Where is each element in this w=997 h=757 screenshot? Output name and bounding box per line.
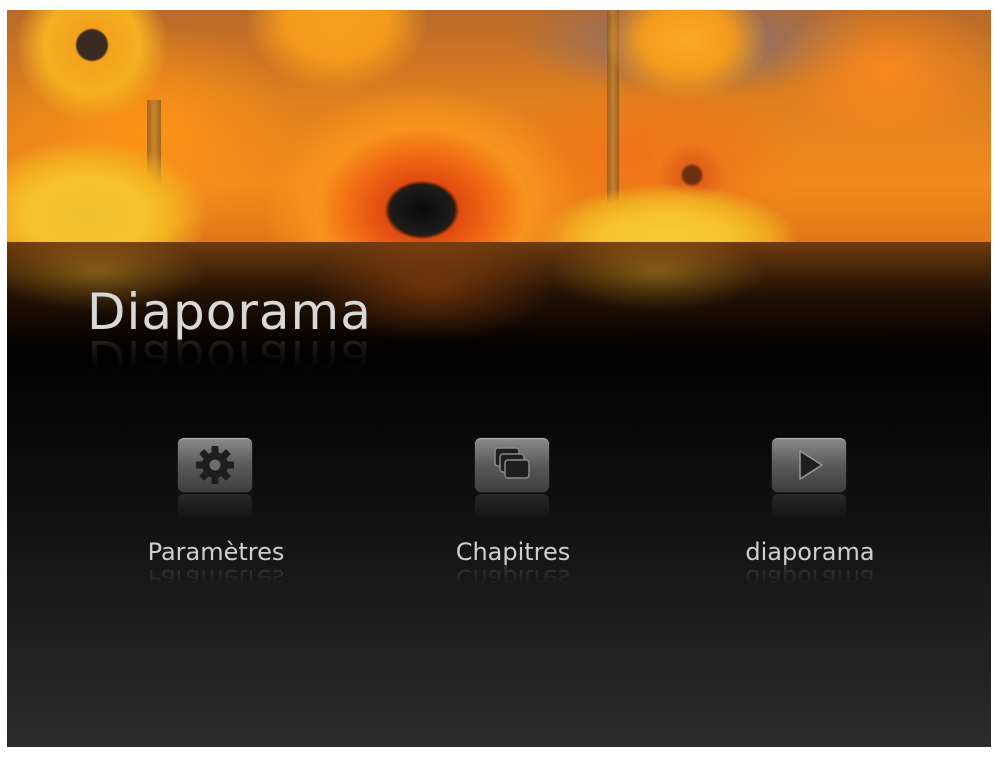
header-banner-image [7,10,991,242]
flower-reflection [547,232,767,312]
menu-item-parametres[interactable]: Paramètres Paramètres [96,435,336,605]
app-title-reflection: Diaporama [87,329,372,387]
menu-label-reflection: diaporama [745,564,875,592]
icon-reflection [475,494,549,520]
flower-left-yellow [7,140,207,242]
icon-reflection [178,494,252,520]
flower-top-center [247,10,427,90]
flower-top-right [607,10,767,100]
menu-label-reflection: Chapitres [455,564,571,592]
app-screen: Diaporama Diaporama Paramètres Paramètre… [7,10,991,747]
stacked-windows-icon[interactable] [475,438,549,492]
menu-label-reflection: Paramètres [147,564,285,592]
play-icon[interactable] [772,438,846,492]
menu-item-chapitres[interactable]: Chapitres Chapitres [393,435,633,605]
icon-reflection [772,494,846,520]
main-daisy-flower [257,80,587,242]
flower-top-left [17,10,167,120]
menu-item-diaporama[interactable]: diaporama diaporama [690,435,930,605]
gear-icon[interactable] [178,438,252,492]
